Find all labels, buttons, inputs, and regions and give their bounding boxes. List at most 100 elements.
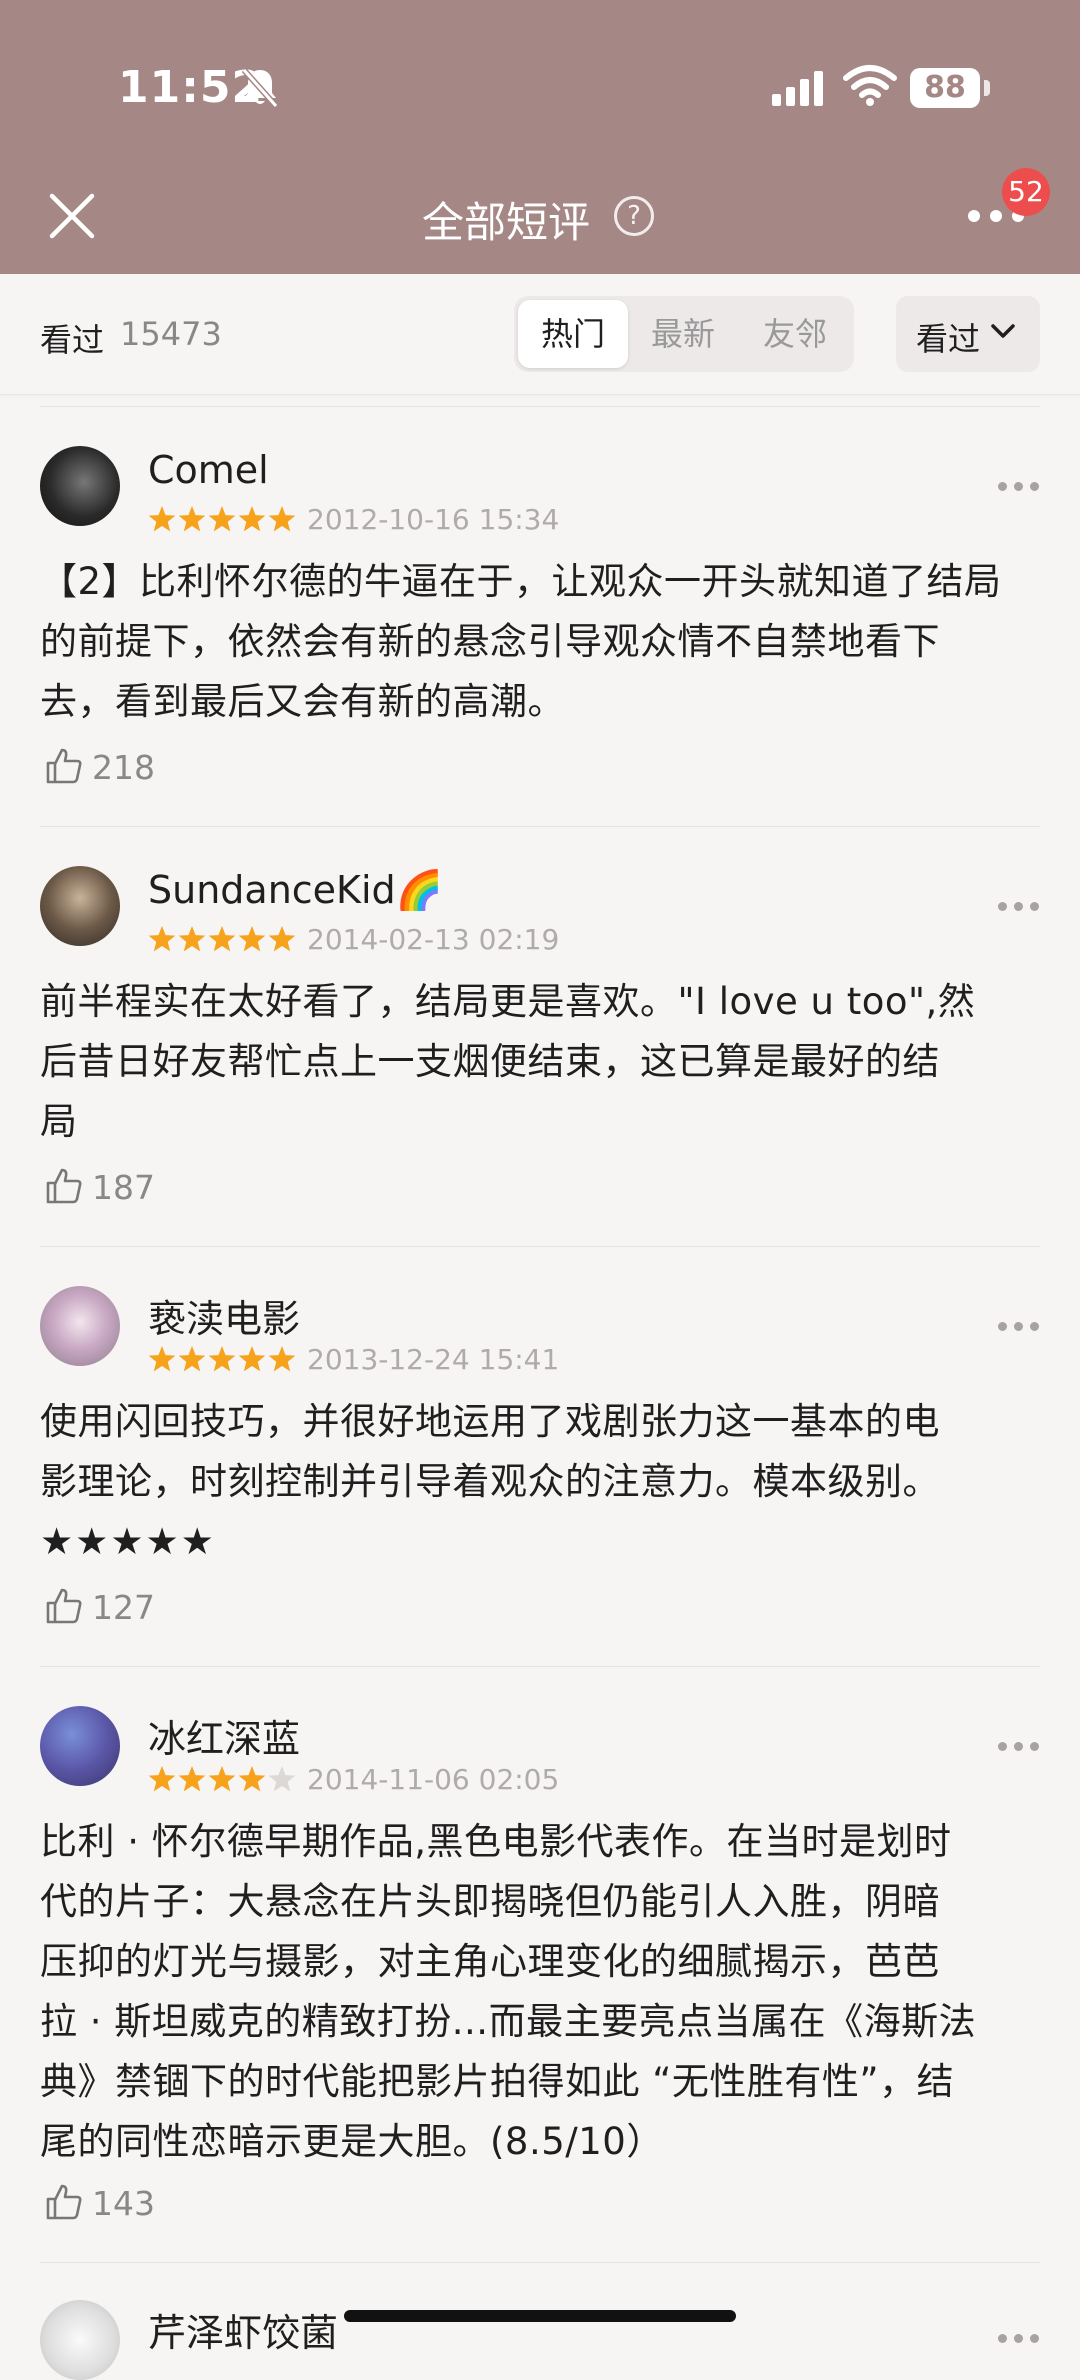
more-dot [1014, 902, 1023, 911]
more-dot [998, 1742, 1007, 1751]
tab-latest[interactable]: 最新 [628, 300, 738, 368]
avatar[interactable] [40, 866, 120, 946]
review-date: 2012-10-16 15:34 [307, 503, 560, 536]
more-dot [998, 2334, 1007, 2343]
tab-friends[interactable]: 友邻 [740, 300, 850, 368]
star-icon [238, 506, 266, 532]
star-icon [208, 926, 236, 952]
review-content: 使用闪回技巧，并很好地运用了戏剧张力这一基本的电 影理论，时刻控制并引导着观众的… [40, 1392, 1040, 1572]
more-dot [998, 1322, 1007, 1331]
star-icon [178, 1346, 206, 1372]
star-icon [268, 1766, 296, 1792]
battery-tip [984, 80, 990, 96]
more-dot [1030, 482, 1039, 491]
rating-stars [148, 1346, 296, 1372]
review-username[interactable]: 芹泽虾饺菌 [148, 2302, 338, 2357]
review-more-button[interactable] [998, 1742, 1040, 1754]
home-indicator [344, 2310, 736, 2322]
seen-count: 15473 [120, 315, 222, 353]
avatar[interactable] [40, 1286, 120, 1366]
more-dot [1014, 2334, 1023, 2343]
more-dot [998, 482, 1007, 491]
more-dot [1030, 1322, 1039, 1331]
review-line: 【2】比利怀尔德的牛逼在于，让观众一开头就知道了结局 [40, 560, 1002, 603]
review-more-button[interactable] [998, 902, 1040, 914]
review-line: 典》禁锢下的时代能把影片拍得如此 “无性胜有性”，结 [40, 2060, 955, 2103]
battery-indicator: 88 [910, 68, 980, 108]
vote-count: 187 [92, 1168, 155, 1207]
help-icon[interactable]: ? [614, 196, 654, 236]
rating-stars [148, 1766, 296, 1792]
star-icon [208, 506, 236, 532]
star-icon [178, 506, 206, 532]
thumbs-up-icon [46, 748, 82, 784]
review-line: 使用闪回技巧，并很好地运用了戏剧张力这一基本的电 [40, 1400, 940, 1443]
star-icon [178, 926, 206, 952]
star-icon [268, 926, 296, 952]
vote-count: 143 [92, 2184, 155, 2223]
star-icon [148, 1346, 176, 1372]
star-icon [238, 1766, 266, 1792]
more-dot [1030, 1742, 1039, 1751]
star-icon [208, 1346, 236, 1372]
page-title: 全部短评 [422, 198, 591, 247]
divider [40, 826, 1040, 827]
divider [40, 1666, 1040, 1667]
review-date: 2013-12-24 15:41 [307, 1343, 560, 1376]
review-line: ★★★★★ [40, 1520, 216, 1563]
seen-label: 看过 [40, 321, 105, 359]
review-content: 前半程实在太好看了，结局更是喜欢。"I love u too",然 后昔日好友帮… [40, 972, 1040, 1152]
review-username[interactable]: SundanceKid🌈 [148, 868, 443, 913]
avatar[interactable] [40, 2300, 120, 2380]
divider [40, 1246, 1040, 1247]
more-dot [1030, 2334, 1039, 2343]
vote-count: 218 [92, 748, 155, 787]
review-line: 压抑的灯光与摄影，对主角心理变化的细腻揭示，芭芭 [40, 1940, 940, 1983]
rating-stars [148, 506, 296, 532]
rating-stars [148, 926, 296, 952]
tab-hot[interactable]: 热门 [518, 300, 628, 368]
review-line: 去，看到最后又会有新的高潮。 [40, 680, 565, 723]
star-icon [268, 1346, 296, 1372]
review-content: 【2】比利怀尔德的牛逼在于，让观众一开头就知道了结局 的前提下，依然会有新的悬念… [40, 552, 1040, 732]
star-icon [148, 926, 176, 952]
star-icon [208, 1766, 236, 1792]
review-line: 局 [40, 1100, 78, 1143]
review-line: 比利 · 怀尔德早期作品,黑色电影代表作。在当时是划时 [40, 1820, 952, 1863]
signal-icon [772, 71, 823, 106]
more-dot [1014, 1742, 1023, 1751]
star-icon [178, 1766, 206, 1792]
review-username[interactable]: 亵渎电影 [148, 1288, 300, 1343]
review-date: 2014-11-06 02:05 [307, 1763, 560, 1796]
thumbs-up-icon [46, 2184, 82, 2220]
thumbs-up-icon [46, 1588, 82, 1624]
review-line: 影理论，时刻控制并引导着观众的注意力。模本级别。 [40, 1460, 940, 1503]
star-icon [268, 506, 296, 532]
review-more-button[interactable] [998, 482, 1040, 494]
divider [40, 406, 1040, 407]
app-header: 11:52 88 全部短评 ? 52 [0, 0, 1080, 274]
status-dropdown-label: 看过 [916, 320, 981, 358]
status-dropdown[interactable]: 看过 [896, 296, 1040, 372]
review-line: 前半程实在太好看了，结局更是喜欢。"I love u too",然 [40, 980, 976, 1023]
avatar[interactable] [40, 446, 120, 526]
more-dot [990, 210, 1002, 222]
sort-segmented-control: 热门 最新 友邻 [514, 296, 854, 372]
review-more-button[interactable] [998, 1322, 1040, 1334]
bell-off-icon [241, 68, 279, 108]
filter-bar: 看过 15473 热门 最新 友邻 看过 [0, 274, 1080, 395]
review-line: 尾的同性恋暗示更是大胆。(8.5/10） [40, 2120, 664, 2163]
review-line: 的前提下，依然会有新的悬念引导观众情不自禁地看下 [40, 620, 940, 663]
review-date: 2014-02-13 02:19 [307, 923, 560, 956]
avatar[interactable] [40, 1706, 120, 1786]
chevron-down-icon [991, 324, 1015, 338]
review-more-button[interactable] [998, 2334, 1040, 2346]
close-icon[interactable] [46, 190, 98, 242]
more-dot [1014, 482, 1023, 491]
review-username[interactable]: 冰红深蓝 [148, 1708, 300, 1763]
review-username[interactable]: Comel [148, 448, 269, 492]
review-line: 后昔日好友帮忙点上一支烟便结束，这已算是最好的结 [40, 1040, 940, 1083]
vote-count: 127 [92, 1588, 155, 1627]
thumbs-up-icon [46, 1168, 82, 1204]
more-dot [998, 902, 1007, 911]
